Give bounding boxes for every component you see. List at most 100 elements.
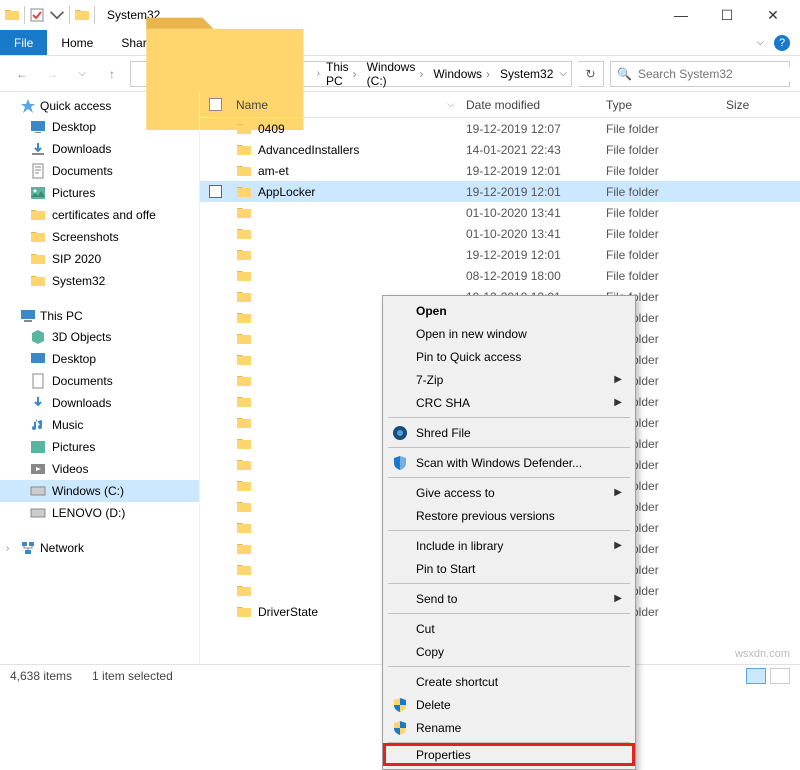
- item-count: 4,638 items: [10, 669, 72, 683]
- file-row[interactable]: 040919-12-2019 12:07File folder: [200, 118, 800, 139]
- menu-item[interactable]: Give access to▶: [386, 481, 632, 504]
- sidebar-item-sip2020[interactable]: SIP 2020: [0, 248, 199, 270]
- menu-item[interactable]: Open: [386, 299, 632, 322]
- forward-button[interactable]: →: [40, 62, 64, 86]
- sidebar-item-system32[interactable]: System32: [0, 270, 199, 292]
- breadcrumb[interactable]: Windows (C:): [367, 60, 416, 88]
- menu-item[interactable]: CRC SHA▶: [386, 391, 632, 414]
- menu-item[interactable]: Pin to Start: [386, 557, 632, 580]
- search-input[interactable]: [638, 67, 793, 81]
- chevron-right-icon: ▶: [614, 374, 622, 385]
- menu-item[interactable]: Create shortcut: [386, 670, 632, 693]
- folder-icon: [236, 226, 252, 242]
- watermark: wsxdn.com: [735, 648, 790, 660]
- chevron-right-icon: ▶: [614, 487, 622, 498]
- folder-icon: [236, 331, 252, 347]
- sidebar-item-downloads[interactable]: Downloads: [0, 138, 199, 160]
- sidebar-item-documents2[interactable]: Documents: [0, 370, 199, 392]
- menu-item[interactable]: Properties: [383, 743, 635, 766]
- select-all-checkbox[interactable]: [209, 98, 222, 111]
- checkbox-icon[interactable]: [29, 7, 45, 23]
- sidebar-item-desktop2[interactable]: Desktop: [0, 348, 199, 370]
- folder-icon: [236, 394, 252, 410]
- folder-icon: [236, 247, 252, 263]
- menu-item[interactable]: Delete: [386, 693, 632, 716]
- network-icon: [20, 540, 36, 556]
- file-row[interactable]: AdvancedInstallers14-01-2021 22:43File f…: [200, 139, 800, 160]
- breadcrumb[interactable]: System32: [500, 67, 553, 81]
- folder-icon: [236, 289, 252, 305]
- file-row[interactable]: ar-SA19-12-2019 12:01File folder: [200, 244, 800, 265]
- folder-icon: [4, 7, 20, 23]
- sidebar-item-pictures2[interactable]: Pictures: [0, 436, 199, 458]
- file-row[interactable]: AppV01-10-2020 13:41File folder: [200, 223, 800, 244]
- sidebar-item-lenovo-d[interactable]: LENOVO (D:): [0, 502, 199, 524]
- chevron-right-icon: ▶: [614, 593, 622, 604]
- menu-item[interactable]: Open in new window: [386, 322, 632, 345]
- recent-button[interactable]: ⌵: [70, 62, 94, 86]
- column-name[interactable]: Name⌵: [230, 98, 460, 112]
- network-header[interactable]: › Network: [0, 538, 199, 558]
- shield-icon: [392, 455, 408, 471]
- file-row[interactable]: appraiser01-10-2020 13:41File folder: [200, 202, 800, 223]
- dropdown-icon[interactable]: [49, 7, 65, 23]
- folder-icon: [236, 583, 252, 599]
- folder-icon: [236, 121, 252, 137]
- folder-icon: [236, 436, 252, 452]
- column-date[interactable]: Date modified: [460, 98, 600, 112]
- folder-icon: [236, 184, 252, 200]
- folder-icon: [236, 310, 252, 326]
- sidebar-item-certificates[interactable]: certificates and offe: [0, 204, 199, 226]
- quick-access-header[interactable]: Quick access: [0, 96, 199, 116]
- sidebar-item-desktop[interactable]: Desktop: [0, 116, 199, 138]
- ribbon-expand-icon[interactable]: ⌵: [756, 37, 764, 48]
- menu-item[interactable]: 7-Zip▶: [386, 368, 632, 391]
- sidebar-item-documents[interactable]: Documents: [0, 160, 199, 182]
- chevron-right-icon: ▶: [614, 540, 622, 551]
- sidebar-item-3dobjects[interactable]: 3D Objects: [0, 326, 199, 348]
- sidebar-item-videos[interactable]: Videos: [0, 458, 199, 480]
- menu-item[interactable]: Scan with Windows Defender...: [386, 451, 632, 474]
- minimize-button[interactable]: —: [658, 0, 704, 30]
- sort-icon: ⌵: [447, 99, 454, 110]
- icons-view-button[interactable]: [770, 668, 790, 684]
- folder-icon: [236, 163, 252, 179]
- file-row[interactable]: bg-BG08-12-2019 18:00File folder: [200, 265, 800, 286]
- back-button[interactable]: ←: [10, 62, 34, 86]
- folder-icon: [236, 604, 252, 620]
- file-tab[interactable]: File: [0, 30, 47, 55]
- menu-item[interactable]: Include in library▶: [386, 534, 632, 557]
- up-button[interactable]: ↑: [100, 62, 124, 86]
- menu-item[interactable]: Rename: [386, 716, 632, 739]
- menu-item[interactable]: Pin to Quick access: [386, 345, 632, 368]
- help-icon[interactable]: ?: [774, 35, 790, 51]
- home-tab[interactable]: Home: [47, 30, 107, 55]
- column-type[interactable]: Type: [600, 98, 720, 112]
- refresh-button[interactable]: ↻: [578, 61, 604, 87]
- menu-item[interactable]: Restore previous versions: [386, 504, 632, 527]
- file-row[interactable]: AppLocker19-12-2019 12:01File folder: [200, 181, 800, 202]
- column-size[interactable]: Size: [720, 98, 780, 112]
- menu-item[interactable]: Shred File: [386, 421, 632, 444]
- maximize-button[interactable]: ☐: [704, 0, 750, 30]
- close-button[interactable]: ✕: [750, 0, 796, 30]
- file-list: Name⌵ Date modified Type Size 040919-12-…: [200, 92, 800, 664]
- file-row[interactable]: am-et19-12-2019 12:01File folder: [200, 160, 800, 181]
- chevron-down-icon[interactable]: ⌵: [559, 68, 567, 79]
- address-bar[interactable]: › This PC› Windows (C:)› Windows› System…: [130, 61, 572, 87]
- sidebar-item-pictures[interactable]: Pictures: [0, 182, 199, 204]
- details-view-button[interactable]: [746, 668, 766, 684]
- search-box[interactable]: 🔍: [610, 61, 790, 87]
- sidebar-item-music[interactable]: Music: [0, 414, 199, 436]
- breadcrumb[interactable]: Windows: [433, 67, 482, 81]
- sidebar-item-windows-c[interactable]: Windows (C:): [0, 480, 199, 502]
- folder-icon: [236, 562, 252, 578]
- menu-item[interactable]: Copy: [386, 640, 632, 663]
- folder-icon: [236, 520, 252, 536]
- sidebar-item-screenshots[interactable]: Screenshots: [0, 226, 199, 248]
- sidebar-item-downloads2[interactable]: Downloads: [0, 392, 199, 414]
- menu-item[interactable]: Send to▶: [386, 587, 632, 610]
- breadcrumb[interactable]: This PC: [326, 60, 349, 88]
- menu-item[interactable]: Cut: [386, 617, 632, 640]
- this-pc-header[interactable]: This PC: [0, 306, 199, 326]
